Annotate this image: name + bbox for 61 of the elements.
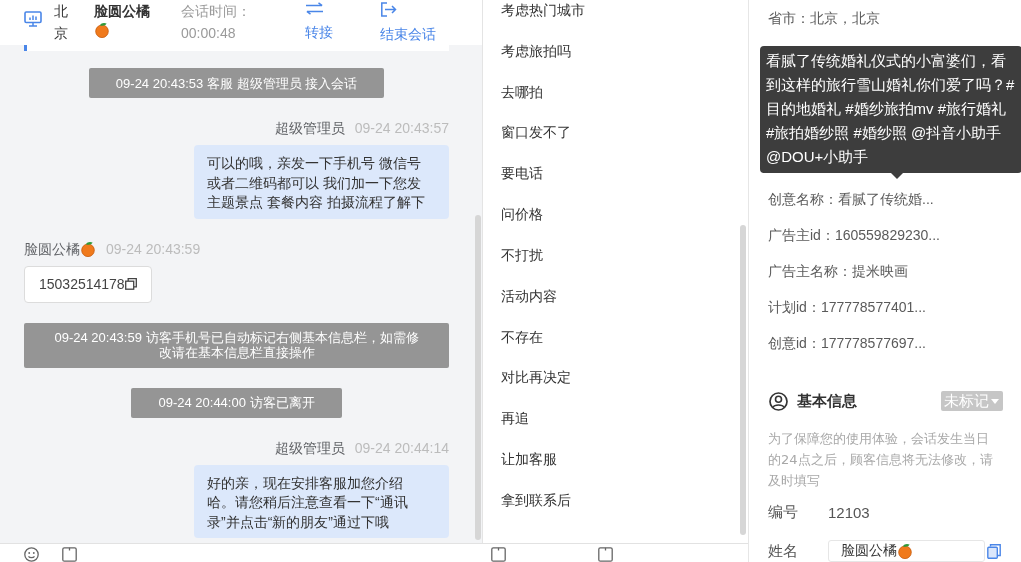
sender-name: 超级管理员 — [274, 438, 345, 458]
tangerine-icon — [94, 22, 110, 38]
field-label: 编号 — [768, 502, 799, 522]
tangerine-icon — [80, 240, 96, 257]
caret-icon — [991, 398, 999, 404]
message-bubble: 可以的哦，亲发一下手机号 微信号或者二维码都可以 我们加一下您发主题景点 套餐内容 拍摄流程了解下 — [194, 145, 449, 219]
scrollbar-thumb[interactable] — [475, 215, 481, 540]
info-row-text: 省市：北京，北京 — [768, 9, 880, 28]
transfer-button[interactable]: 转接 — [305, 0, 333, 43]
end-session-button[interactable]: 结束会话 — [380, 0, 436, 45]
location-text: 北京 — [54, 2, 68, 43]
customer-name: 脸圆公橘 — [94, 2, 150, 21]
sender-name: 超级管理员 — [274, 119, 345, 138]
tooltip-pointer-icon — [891, 173, 903, 179]
copy-icon[interactable] — [124, 278, 137, 290]
name-input[interactable]: 脸圆公橘 — [828, 540, 985, 562]
message-time: 09-24 20:44:14 — [354, 438, 449, 458]
smiley-icon[interactable] — [24, 547, 39, 562]
swap-arrows-icon — [305, 2, 324, 15]
quick-reply-item[interactable]: 不存在 — [501, 326, 543, 347]
square-icon[interactable] — [598, 547, 613, 562]
sender-name: 脸圆公橘 — [24, 239, 80, 259]
system-notice: 09-24 20:43:59 访客手机号已自动标记右侧基本信息栏，如需修改请在基本信息栏直接操作 — [24, 322, 449, 368]
field-label: 姓名 — [768, 541, 799, 561]
indicator-mark — [24, 45, 27, 51]
quick-reply-item[interactable]: 对比再决定 — [501, 367, 571, 388]
info-row-text: 创意名称：看腻了传统婚... — [768, 190, 934, 209]
tangerine-icon — [897, 543, 913, 559]
system-notice: 09-24 20:43:53 客服 超级管理员 接入会话 — [88, 68, 385, 98]
quick-reply-item[interactable]: 问价格 — [501, 204, 543, 225]
scrollbar-thumb[interactable] — [740, 225, 746, 535]
tooltip: 看腻了传统婚礼仪式的小富婆们，看到这样的旅行雪山婚礼你们爱了吗？#目的地婚礼 #婚纱旅拍mv #旅行婚礼 #旅拍婚纱照 #婚纱照 @抖音小助手 @DOU+小助手 — [760, 46, 1021, 173]
info-row-text: 创意id：177778577697... — [768, 334, 926, 353]
info-row-text: 广告主id：160559829230... — [768, 226, 940, 245]
square-icon[interactable] — [62, 547, 77, 562]
session-time-label: 会话时间： — [181, 2, 251, 21]
system-notice: 09-24 20:44:00 访客已离开 — [131, 387, 342, 418]
message-text: 15032514178 — [39, 276, 125, 292]
quick-reply-item[interactable]: 去哪拍 — [501, 81, 543, 102]
quick-reply-item[interactable]: 窗口发不了 — [501, 122, 571, 143]
square-icon[interactable] — [491, 547, 506, 562]
message-bubble: 好的亲，现在安排客服加您介绍哈。请您稍后注意查看一下“通讯录”并点击“新的朋友”通过下哦 — [194, 464, 449, 538]
message-time: 09-24 20:43:57 — [354, 119, 449, 138]
quick-reply-item[interactable]: 拿到联系后 — [501, 489, 571, 510]
quick-reply-item[interactable]: 不打扰 — [501, 244, 543, 265]
quick-reply-item[interactable]: 让加客服 — [501, 449, 557, 470]
hint-text: 为了保障您的使用体验，会话发生当日的24点之后，顾客信息将无法修改，请及时填写 — [768, 430, 994, 490]
quick-reply-item[interactable]: 再追 — [501, 408, 529, 429]
section-title: 基本信息 — [797, 391, 857, 411]
quick-reply-item[interactable]: 考虑旅拍吗 — [501, 40, 571, 61]
info-row-text: 广告主名称：提米映画 — [768, 262, 908, 281]
field-value: 12103 — [828, 503, 870, 521]
user-icon — [769, 391, 788, 411]
message-time: 09-24 20:43:59 — [106, 239, 201, 259]
quick-reply-item[interactable]: 考虑热门城市 — [501, 0, 585, 20]
monitor-icon — [24, 11, 42, 27]
session-time: 00:00:48 — [181, 24, 236, 43]
quick-reply-item[interactable]: 活动内容 — [501, 285, 557, 306]
info-row-text: 计划id：177778577401... — [768, 298, 926, 317]
logout-icon — [380, 2, 397, 17]
quick-reply-item[interactable]: 要电话 — [501, 163, 543, 184]
